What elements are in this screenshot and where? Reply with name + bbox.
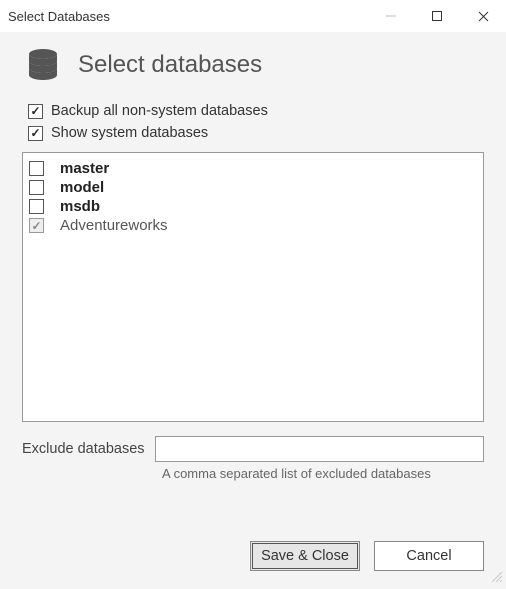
button-bar: Save & Close Cancel bbox=[22, 519, 484, 571]
exclude-row: Exclude databases bbox=[22, 436, 484, 462]
database-row: master bbox=[29, 159, 477, 178]
database-checkbox bbox=[29, 218, 44, 233]
database-name: master bbox=[60, 160, 109, 177]
database-row: Adventureworks bbox=[29, 216, 477, 235]
backup-all-label: Backup all non-system databases bbox=[51, 103, 268, 119]
database-row: model bbox=[29, 178, 477, 197]
dialog-title: Select databases bbox=[78, 51, 262, 79]
resize-grip-icon[interactable] bbox=[490, 569, 502, 585]
maximize-button[interactable] bbox=[414, 0, 460, 32]
window-controls bbox=[368, 0, 506, 32]
close-icon bbox=[478, 11, 489, 22]
minimize-icon bbox=[386, 11, 396, 21]
close-button[interactable] bbox=[460, 0, 506, 32]
minimize-button[interactable] bbox=[368, 0, 414, 32]
database-name: model bbox=[60, 179, 104, 196]
database-list[interactable]: master model msdb Adventureworks bbox=[22, 152, 484, 422]
database-checkbox[interactable] bbox=[29, 199, 44, 214]
window-title: Select Databases bbox=[8, 9, 110, 24]
maximize-icon bbox=[432, 11, 442, 21]
database-checkbox[interactable] bbox=[29, 161, 44, 176]
option-backup-all: Backup all non-system databases bbox=[28, 103, 484, 119]
save-close-button[interactable]: Save & Close bbox=[250, 541, 360, 571]
titlebar: Select Databases bbox=[0, 0, 506, 32]
dialog-header: Select databases bbox=[22, 44, 484, 86]
exclude-hint: A comma separated list of excluded datab… bbox=[162, 466, 484, 481]
dialog-body: Select databases Backup all non-system d… bbox=[0, 32, 506, 589]
option-show-system: Show system databases bbox=[28, 125, 484, 141]
database-stack-icon bbox=[22, 44, 64, 86]
database-checkbox[interactable] bbox=[29, 180, 44, 195]
database-name: msdb bbox=[60, 198, 100, 215]
show-system-checkbox[interactable] bbox=[28, 126, 43, 141]
backup-all-checkbox[interactable] bbox=[28, 104, 43, 119]
database-name: Adventureworks bbox=[60, 217, 168, 234]
database-row: msdb bbox=[29, 197, 477, 216]
exclude-input[interactable] bbox=[155, 436, 484, 462]
cancel-button[interactable]: Cancel bbox=[374, 541, 484, 571]
exclude-label: Exclude databases bbox=[22, 441, 145, 457]
show-system-label: Show system databases bbox=[51, 125, 208, 141]
